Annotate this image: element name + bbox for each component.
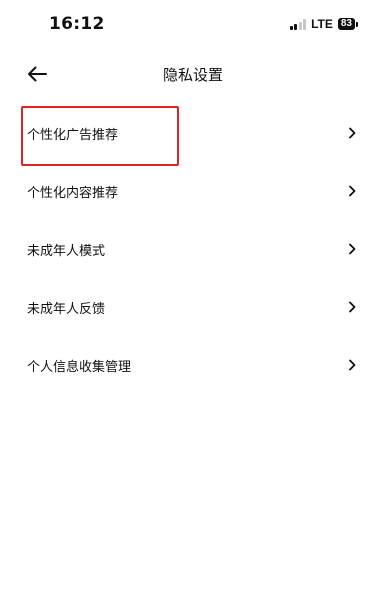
menu-item-minor-feedback[interactable]: 未成年人反馈 xyxy=(0,278,386,336)
menu-item-label: 未成年人反馈 xyxy=(27,301,106,317)
status-indicators: LTE 83 xyxy=(289,17,358,31)
chevron-right-icon xyxy=(349,185,356,197)
signal-strength-icon xyxy=(289,18,307,30)
menu-item-label: 个性化广告推荐 xyxy=(27,127,119,143)
chevron-right-icon xyxy=(349,359,356,371)
status-bar: 16:12 LTE 83 xyxy=(0,0,386,50)
chevron-right-icon xyxy=(349,127,356,139)
status-time: 16:12 xyxy=(49,14,105,34)
menu-item-personalized-ads[interactable]: 个性化广告推荐 xyxy=(0,104,386,162)
battery-icon: 83 xyxy=(337,18,358,30)
network-type: LTE xyxy=(311,17,333,31)
menu-item-label: 未成年人模式 xyxy=(27,243,106,259)
nav-bar: 隐私设置 xyxy=(0,52,386,96)
chevron-right-icon xyxy=(349,301,356,313)
battery-level: 83 xyxy=(337,18,355,30)
menu-item-personalized-content[interactable]: 个性化内容推荐 xyxy=(0,162,386,220)
settings-menu-list: 个性化广告推荐 个性化内容推荐 未成年人模式 未成年人反馈 个人信息收集管理 xyxy=(0,104,386,394)
menu-item-personal-info-management[interactable]: 个人信息收集管理 xyxy=(0,336,386,394)
menu-item-minor-mode[interactable]: 未成年人模式 xyxy=(0,220,386,278)
chevron-right-icon xyxy=(349,243,356,255)
menu-item-label: 个性化内容推荐 xyxy=(27,185,119,201)
page-title: 隐私设置 xyxy=(162,66,223,84)
menu-item-label: 个人信息收集管理 xyxy=(27,359,132,375)
